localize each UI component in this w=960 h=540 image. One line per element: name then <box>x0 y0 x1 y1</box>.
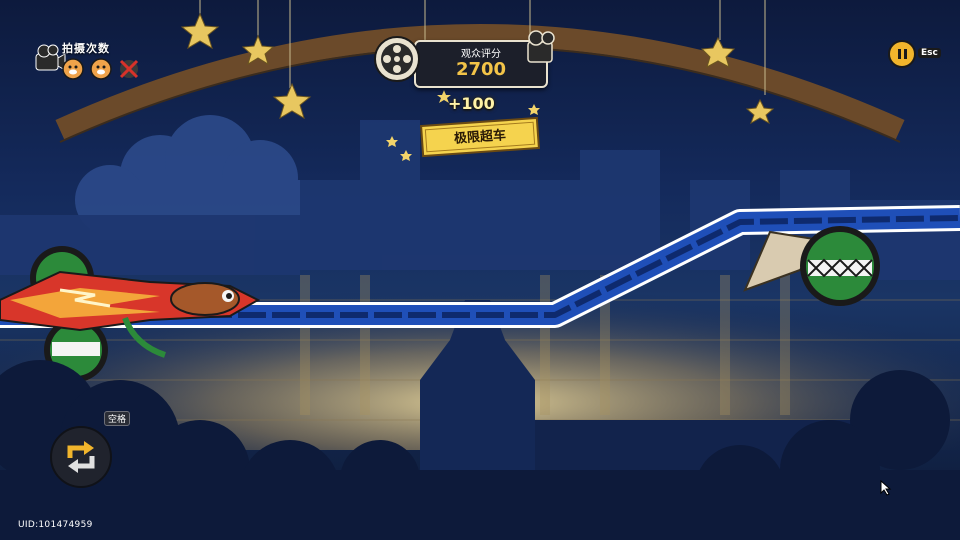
pause-icon[interactable] <box>888 40 916 68</box>
hamster-token-icon <box>90 58 112 80</box>
swap-arrows-icon <box>67 441 95 473</box>
shots-label: 拍摄次数 <box>62 42 110 55</box>
mouse-cursor-icon <box>880 480 892 496</box>
film-camera-icon <box>527 30 555 63</box>
game-screen: 拍摄次数 观众评分 2700 +100 极限超车 Esc 空格 UID:1014… <box>0 0 960 540</box>
space-key-hint: 空格 <box>104 411 131 426</box>
esc-key-label: Esc <box>918 48 941 58</box>
swap-lane-button[interactable] <box>50 426 112 488</box>
audience-score-panel: 观众评分 2700 <box>372 28 562 88</box>
hamster-token-icon <box>62 58 84 80</box>
user-id: UID:101474959 <box>18 520 93 530</box>
bonus-points: +100 <box>448 94 495 113</box>
crossed-out-token-icon <box>119 59 139 79</box>
pause-control[interactable]: Esc <box>888 40 948 70</box>
shots-counter: 拍摄次数 <box>34 34 154 90</box>
film-reel-icon <box>374 36 420 82</box>
